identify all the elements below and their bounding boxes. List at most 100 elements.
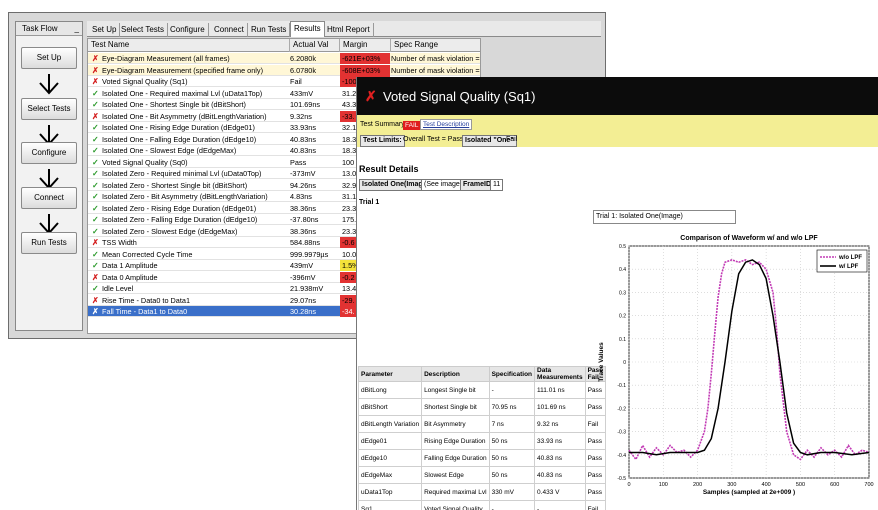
param-col-header: Parameter xyxy=(357,366,423,382)
pass-check-icon: ✓ xyxy=(92,134,99,144)
pass-check-icon: ✓ xyxy=(92,157,99,167)
pass-check-icon: ✓ xyxy=(92,215,99,224)
param-col-header: Data Measurements xyxy=(534,366,586,382)
fail-x-icon: ✗ xyxy=(92,295,99,305)
col-actual-val[interactable]: Actual Val xyxy=(290,39,340,52)
legend-label: w/ LPF xyxy=(838,264,859,270)
col-spec-range[interactable]: Spec Range xyxy=(391,39,482,52)
test-name-cell: Data 1 Amplitude xyxy=(102,261,158,270)
actual-value-cell: -373mV xyxy=(290,169,316,178)
spec-range-cell: Number of mask violation = 0.0 xyxy=(391,65,481,75)
parameter-row: Sq1 Voted Signal Quality - - Fail xyxy=(357,500,606,510)
tab-select-tests[interactable]: Select Tests xyxy=(118,23,168,37)
parameter-cell: Sq1 xyxy=(357,500,423,510)
tab-connect[interactable]: Connect xyxy=(211,23,248,37)
tab-run-tests[interactable]: Run Tests xyxy=(248,23,291,37)
actual-value-cell: -37.80ns xyxy=(290,215,319,224)
parameter-row: uData1Top Required maximal Lvl 330 mV 0.433… xyxy=(357,483,606,501)
configure-button[interactable]: Configure xyxy=(21,142,77,164)
pass-check-icon: ✓ xyxy=(92,169,99,178)
actual-value-cell: 38.36ns xyxy=(290,203,316,213)
tab-set-up[interactable]: Set Up xyxy=(89,23,121,37)
actual-value-cell: 999.9979µs xyxy=(290,249,329,259)
table-row[interactable]: ✗ Eye-Diagram Measurement (specified fram… xyxy=(88,64,481,76)
actual-value-cell: -396mV xyxy=(290,272,316,282)
pass-check-icon: ✓ xyxy=(92,261,99,270)
pass-check-icon: ✓ xyxy=(92,284,99,293)
tab-results[interactable]: Results xyxy=(290,21,325,37)
parameter-cell: 40.83 ns xyxy=(534,466,586,484)
parameter-row: dEdgeMax Slowest Edge 50 ns 40.83 ns Pass xyxy=(357,466,606,484)
parameter-cell: 50 ns xyxy=(488,432,536,450)
test-name-cell: Voted Signal Quality (Sq1) xyxy=(102,77,188,86)
parameter-cell: - xyxy=(488,500,536,510)
table-row[interactable]: ✗ Eye-Diagram Measurement (all frames) 6.2… xyxy=(88,53,481,64)
select-tests-button[interactable]: Select Tests xyxy=(21,98,77,120)
parameter-row: dBitShort Shortest Single bit 70.95 ns 101.… xyxy=(357,398,606,416)
y-tick-label: 0.1 xyxy=(619,337,626,343)
parameter-row: dBitLength Variation Bit Asymmetry 7 ns 9.3… xyxy=(357,415,606,433)
actual-value-cell: 33.93ns xyxy=(290,123,316,132)
tab-html-report[interactable]: Html Report xyxy=(324,23,374,37)
task-flow-title: Task Flow xyxy=(22,24,58,33)
actual-value-cell: 584.88ns xyxy=(290,238,321,247)
frame-id-label: FrameID xyxy=(460,179,495,191)
task-flow-panel: Task Flow _ Set Up Select Tests Configur… xyxy=(15,21,83,331)
parameter-cell: - xyxy=(488,381,536,399)
fail-badge: FAIL xyxy=(403,121,421,130)
actual-value-cell: 6.2080k xyxy=(290,54,316,63)
actual-value-cell: 9.32ns xyxy=(290,111,312,121)
parameter-cell: Longest Single bit xyxy=(421,381,490,399)
waveform-chart: Comparison of Waveform w/ and w/o LPF -0.… xyxy=(598,235,874,496)
test-name-cell: TSS Width xyxy=(102,238,137,247)
parameter-cell: dBitLong xyxy=(357,381,423,399)
x-tick-label: 400 xyxy=(762,482,771,488)
test-name-cell: Rise Time - Data0 to Data1 xyxy=(102,295,191,305)
actual-value-cell: 4.83ns xyxy=(290,192,312,201)
test-name-cell: Isolated One - Falling Edge Duration (dE… xyxy=(102,134,257,144)
col-margin[interactable]: Margin xyxy=(340,39,391,52)
test-name-cell: Isolated Zero - Bit Asymmetry (dBitLengt… xyxy=(102,192,268,201)
isolated-one-value: Fail xyxy=(506,136,518,143)
y-tick-label: -0.4 xyxy=(617,453,626,459)
y-tick-label: -0.1 xyxy=(617,383,626,389)
pass-check-icon: ✓ xyxy=(92,180,99,190)
minimize-button[interactable]: _ xyxy=(75,22,82,35)
y-tick-label: -0.2 xyxy=(617,406,626,412)
test-name-cell: Isolated One - Shortest Single bit (dBit… xyxy=(102,100,246,109)
parameter-cell: 50 ns xyxy=(488,449,536,467)
y-tick-label: -0.3 xyxy=(617,430,626,436)
chart-title: Comparison of Waveform w/ and w/o LPF xyxy=(680,235,818,242)
run-tests-button[interactable]: Run Tests xyxy=(21,232,77,254)
test-name-cell: Isolated One - Rising Edge Duration (dEd… xyxy=(102,123,255,132)
param-col-header: Specification xyxy=(488,366,536,382)
y-tick-label: 0.3 xyxy=(619,290,626,296)
test-name-cell: Isolated One - Bit Asymmetry (dBitLength… xyxy=(102,111,267,121)
image-value[interactable]: (See image) xyxy=(421,179,466,191)
tab-bar: Set Up Select Tests Configure Connect Ru… xyxy=(87,21,601,37)
tab-configure[interactable]: Configure xyxy=(167,23,209,37)
parameter-cell: 111.01 ns xyxy=(534,381,586,399)
x-tick-label: 500 xyxy=(796,482,805,488)
test-name-cell: Isolated Zero - Falling Edge Duration (d… xyxy=(102,215,258,224)
connect-button[interactable]: Connect xyxy=(21,187,77,209)
set-up-button[interactable]: Set Up xyxy=(21,47,77,69)
parameter-cell: 7 ns xyxy=(488,415,536,433)
x-axis-label: Samples (sampled at 2e+009 ) xyxy=(703,489,795,496)
y-tick-label: 0.2 xyxy=(619,314,626,320)
test-limits-value: Overall Test = Pass xyxy=(403,136,464,143)
test-name-cell: Isolated One - Required maximal Lvl (uDa… xyxy=(102,88,263,98)
x-tick-label: 700 xyxy=(864,482,873,488)
col-test-name[interactable]: Test Name xyxy=(88,39,290,52)
trial-image-caption: Trial 1: Isolated One(Image) xyxy=(593,210,736,224)
parameter-cell: Required maximal Lvl xyxy=(421,483,490,501)
parameter-cell: 330 mV xyxy=(488,483,536,501)
test-description-link[interactable]: Test Description xyxy=(420,119,473,130)
pass-check-icon: ✓ xyxy=(92,88,99,98)
parameter-row: dEdge01 Rising Edge Duration 50 ns 33.93 ns… xyxy=(357,432,606,450)
result-details-heading: Result Details xyxy=(359,164,419,174)
test-limits-label: Test Limits: xyxy=(360,135,405,147)
summary-band: Test Summary: FAIL Test Description Test… xyxy=(357,115,878,147)
pass-check-icon: ✓ xyxy=(92,146,99,155)
fail-x-icon: ✗ xyxy=(92,238,99,247)
